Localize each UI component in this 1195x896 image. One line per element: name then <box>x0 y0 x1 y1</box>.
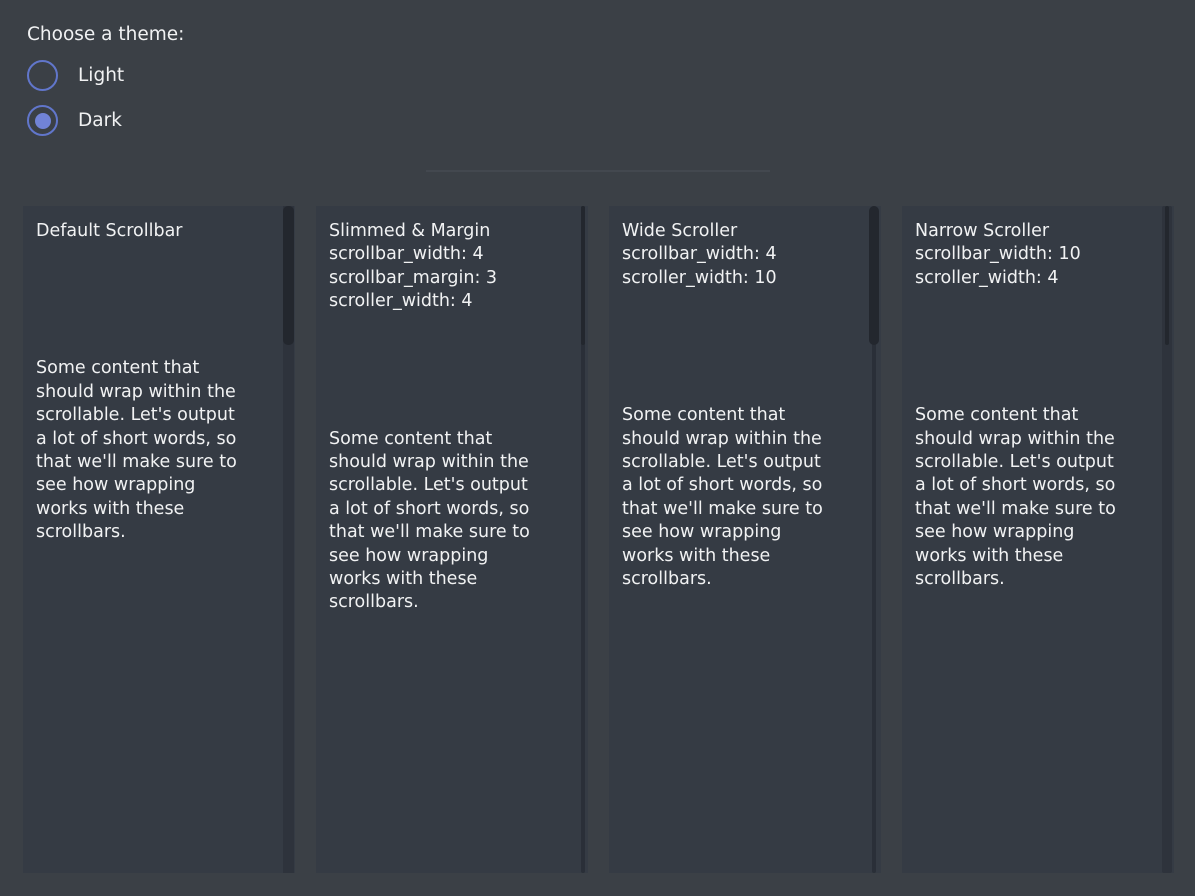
scrollbar-thumb[interactable] <box>1165 206 1169 345</box>
panel-header: Slimmed & Margin scrollbar_width: 4 scro… <box>329 220 568 314</box>
panel-scroll-viewport[interactable]: Wide Scroller scrollbar_width: 4 scrolle… <box>609 206 881 591</box>
scrollbar-thumb[interactable] <box>869 206 879 345</box>
panel-scroll-viewport[interactable]: Narrow Scroller scrollbar_width: 10 scro… <box>902 206 1174 591</box>
radio-label-light: Light <box>78 65 124 86</box>
horizontal-divider <box>426 170 770 172</box>
vertical-scrollbar[interactable] <box>1162 206 1172 873</box>
theme-option-dark[interactable]: Dark <box>27 105 184 136</box>
panel-body-text: Some content that should wrap within the… <box>36 357 275 544</box>
panel-header: Wide Scroller scrollbar_width: 4 scrolle… <box>622 220 861 290</box>
radio-button-dark[interactable] <box>27 105 58 136</box>
scrollbar-demo-row: Default Scrollbar Some content that shou… <box>23 206 1174 873</box>
panel-narrow-scroller[interactable]: Narrow Scroller scrollbar_width: 10 scro… <box>902 206 1174 873</box>
panel-header: Narrow Scroller scrollbar_width: 10 scro… <box>915 220 1154 290</box>
panel-wide-scroller[interactable]: Wide Scroller scrollbar_width: 4 scrolle… <box>609 206 881 873</box>
panel-default-scrollbar[interactable]: Default Scrollbar Some content that shou… <box>23 206 295 873</box>
panel-header: Default Scrollbar <box>36 220 275 243</box>
scrollbar-thumb[interactable] <box>283 206 294 345</box>
theme-option-light[interactable]: Light <box>27 60 184 91</box>
panel-scroll-viewport[interactable]: Default Scrollbar Some content that shou… <box>23 206 295 545</box>
vertical-scrollbar[interactable] <box>869 206 879 873</box>
vertical-scrollbar[interactable] <box>581 206 585 873</box>
panel-slimmed-margin[interactable]: Slimmed & Margin scrollbar_width: 4 scro… <box>316 206 588 873</box>
radio-button-light[interactable] <box>27 60 58 91</box>
panel-body-text: Some content that should wrap within the… <box>915 404 1154 591</box>
vertical-scrollbar[interactable] <box>283 206 294 873</box>
theme-chooser: Choose a theme: Light Dark <box>27 24 184 136</box>
theme-chooser-label: Choose a theme: <box>27 24 184 46</box>
panel-body-text: Some content that should wrap within the… <box>622 404 861 591</box>
scrollbar-thumb[interactable] <box>581 206 585 345</box>
panel-body-text: Some content that should wrap within the… <box>329 428 568 615</box>
panel-scroll-viewport[interactable]: Slimmed & Margin scrollbar_width: 4 scro… <box>316 206 588 615</box>
radio-label-dark: Dark <box>78 110 122 131</box>
